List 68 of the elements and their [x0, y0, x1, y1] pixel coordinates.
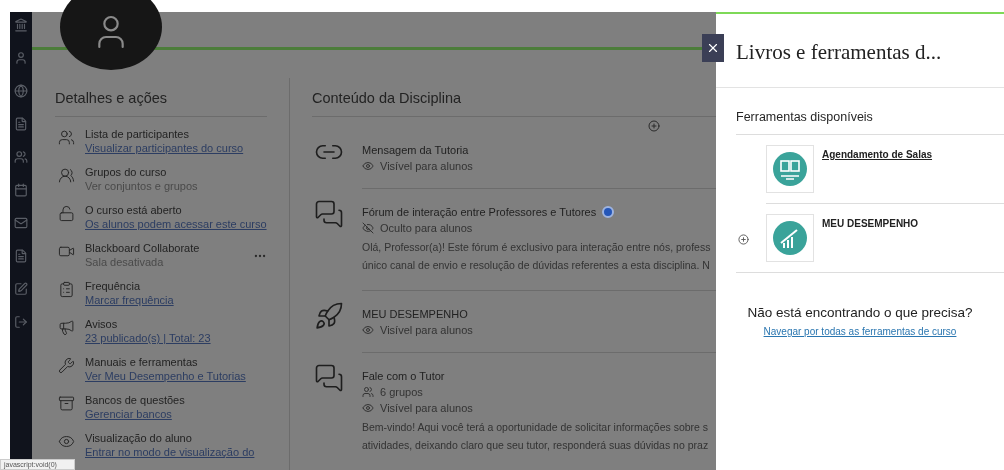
detail-link[interactable]: Visualizar participantes do curso — [85, 141, 244, 155]
growth-chart-icon — [773, 221, 807, 255]
detail-icon — [57, 395, 75, 412]
close-icon — [706, 41, 720, 55]
tool-link[interactable]: Agendamento de Salas — [822, 149, 933, 160]
detail-icon — [57, 433, 75, 450]
sidebar-nav-icon[interactable] — [14, 18, 28, 32]
visibility-status: Visível para alunos — [380, 324, 473, 336]
detail-icon — [57, 129, 75, 146]
sidebar-nav-icon[interactable] — [14, 150, 28, 164]
eye-icon — [362, 160, 374, 172]
sidebar-nav-icon[interactable] — [14, 84, 28, 98]
detail-link[interactable]: 23 publicado(s) | Total: 23 — [85, 331, 211, 345]
visibility-status: Visível para alunos — [380, 402, 473, 414]
content-icon — [314, 363, 344, 393]
tool-name: MEU DESEMPENHO — [822, 218, 919, 229]
detail-link[interactable]: Gerenciar bancos — [85, 407, 185, 421]
section-heading: Conteúdo da Disciplina — [312, 90, 716, 117]
room-icon — [773, 152, 807, 186]
sidebar-nav-icon[interactable] — [14, 51, 28, 65]
detail-title: Frequência — [85, 279, 142, 293]
detail-icon — [57, 167, 75, 184]
detail-link[interactable]: Marcar frequência — [85, 293, 174, 307]
panel-title: Livros e ferramentas d... — [716, 14, 1004, 88]
detail-link[interactable]: Entrar no modo de visualização do — [85, 445, 255, 459]
sidebar-nav-icon[interactable] — [14, 183, 28, 197]
add-icon[interactable] — [648, 120, 660, 132]
detail-link[interactable]: Os alunos podem acessar este curso — [85, 217, 267, 231]
detail-icon — [57, 357, 75, 374]
detail-title: Visualização do aluno — [85, 431, 193, 445]
detail-title: Blackboard Collaborate — [85, 241, 200, 255]
sidebar-nav-icon[interactable] — [14, 216, 28, 230]
detail-title: Lista de participantes — [85, 127, 190, 141]
detail-title: Grupos do curso — [85, 165, 168, 179]
visibility-status: Oculto para alunos — [380, 222, 473, 234]
sidebar-nav-icon[interactable] — [14, 282, 28, 296]
sidebar-nav-icon[interactable] — [14, 117, 28, 131]
detail-title: Bancos de questões — [85, 393, 185, 407]
content-icon — [314, 199, 344, 229]
eye-icon — [362, 324, 374, 336]
help-text: Não está encontrando o que precisa? — [746, 305, 974, 320]
detail-title: O curso está aberto — [85, 203, 183, 217]
visibility-status: Visível para alunos — [380, 160, 473, 172]
close-button[interactable] — [702, 34, 724, 62]
add-icon[interactable] — [738, 234, 749, 245]
eye-off-icon — [362, 222, 374, 234]
group-icon — [362, 386, 374, 398]
section-heading: Ferramentas disponíveis — [736, 110, 1004, 135]
content-title[interactable]: Mensagem da Tutoria — [362, 144, 469, 156]
detail-icon — [57, 281, 75, 298]
content-description: Olá, Professor(a)! Este fórum é exclusivo para interação entre nós, profess único canal de envio e resolução de dúvidas referentes a esta disciplina. N — [362, 240, 711, 273]
browse-tools-link[interactable]: Navegar por todas as ferramentas de curso — [716, 326, 1004, 337]
detail-icon — [57, 205, 75, 222]
sidebar-nav-icon[interactable] — [14, 315, 28, 329]
detail-title: Avisos — [85, 317, 119, 331]
content-title[interactable]: MEU DESEMPENHO — [362, 308, 468, 320]
section-heading: Detalhes e ações — [55, 90, 267, 117]
eye-icon — [362, 402, 374, 414]
detail-icon — [57, 319, 75, 336]
visibility-status: 6 grupos — [380, 386, 423, 398]
content-description: Bem-vindo! Aqui você terá a oportunidade de solicitar informações sobre s atividades, deixando claro que seu tutor, responderá suas dúvidas no praz — [362, 420, 709, 453]
sidebar-nav-icon[interactable] — [14, 249, 28, 263]
detail-link[interactable]: Ver Meu Desempenho e Tutorias — [85, 369, 246, 383]
content-title[interactable]: Fale com o Tutor — [362, 370, 445, 382]
content-title[interactable]: Fórum de interação entre Professores e Tutores — [362, 206, 597, 218]
detail-title: Manuais e ferramentas — [85, 355, 199, 369]
unread-badge — [602, 206, 615, 218]
content-icon — [314, 301, 344, 331]
